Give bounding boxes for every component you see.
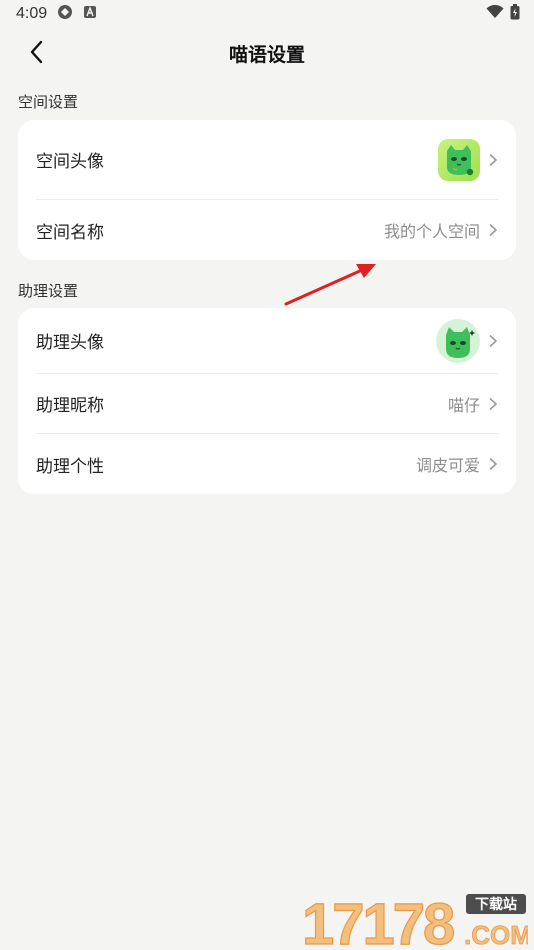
section-label-space: 空间设置: [18, 93, 79, 111]
space-avatar-row[interactable]: 空间头像: [36, 120, 498, 200]
app-a-icon: [83, 5, 97, 23]
cat-icon: [446, 326, 475, 358]
assistant-settings-card: 助理头像 助理昵称 喵仔 助理个性 调皮可爱: [18, 308, 516, 494]
row-value: 我的个人空间: [383, 222, 480, 241]
battery-icon: [510, 4, 520, 24]
row-value: 喵仔: [447, 395, 480, 415]
row-label: 空间头像: [36, 152, 104, 172]
row-value: 调皮可爱: [415, 456, 480, 475]
svg-text:.COM: .COM: [464, 920, 528, 948]
chevron-right-icon: [489, 457, 498, 471]
chevron-right-icon: [489, 153, 498, 166]
space-avatar-image: [438, 138, 480, 181]
svg-text:下载站: 下载站: [475, 896, 517, 913]
wifi-icon: [486, 4, 504, 23]
section-label-assistant: 助理设置: [18, 282, 79, 300]
space-name-row[interactable]: 空间名称 我的个人空间: [36, 200, 498, 260]
assistant-nickname-row[interactable]: 助理昵称 喵仔: [36, 374, 498, 434]
chevron-right-icon: [489, 397, 498, 410]
site-watermark-logo: 17178 下载站 .COM: [301, 892, 528, 948]
row-label: 助理头像: [36, 333, 104, 353]
row-label: 助理昵称: [36, 396, 104, 416]
sync-icon: [57, 4, 73, 24]
chevron-right-icon: [489, 334, 498, 347]
assistant-avatar-row[interactable]: 助理头像: [36, 308, 498, 374]
nav-bar: 喵语设置: [0, 30, 534, 74]
svg-text:17178: 17178: [302, 892, 454, 948]
row-label: 助理个性: [36, 456, 104, 477]
assistant-avatar-image: [436, 318, 480, 363]
status-time: 4:09: [16, 5, 48, 22]
annotation-arrow-icon: [284, 264, 376, 306]
page-title: 喵语设置: [228, 44, 305, 66]
assistant-personality-row[interactable]: 助理个性 调皮可爱: [36, 434, 498, 494]
space-settings-card: 空间头像 空间名称 我的个人空间: [18, 120, 516, 260]
row-label: 空间名称: [36, 222, 104, 243]
status-bar: 4:09: [0, 0, 534, 28]
chevron-right-icon: [489, 223, 498, 237]
cat-icon: [447, 144, 474, 175]
